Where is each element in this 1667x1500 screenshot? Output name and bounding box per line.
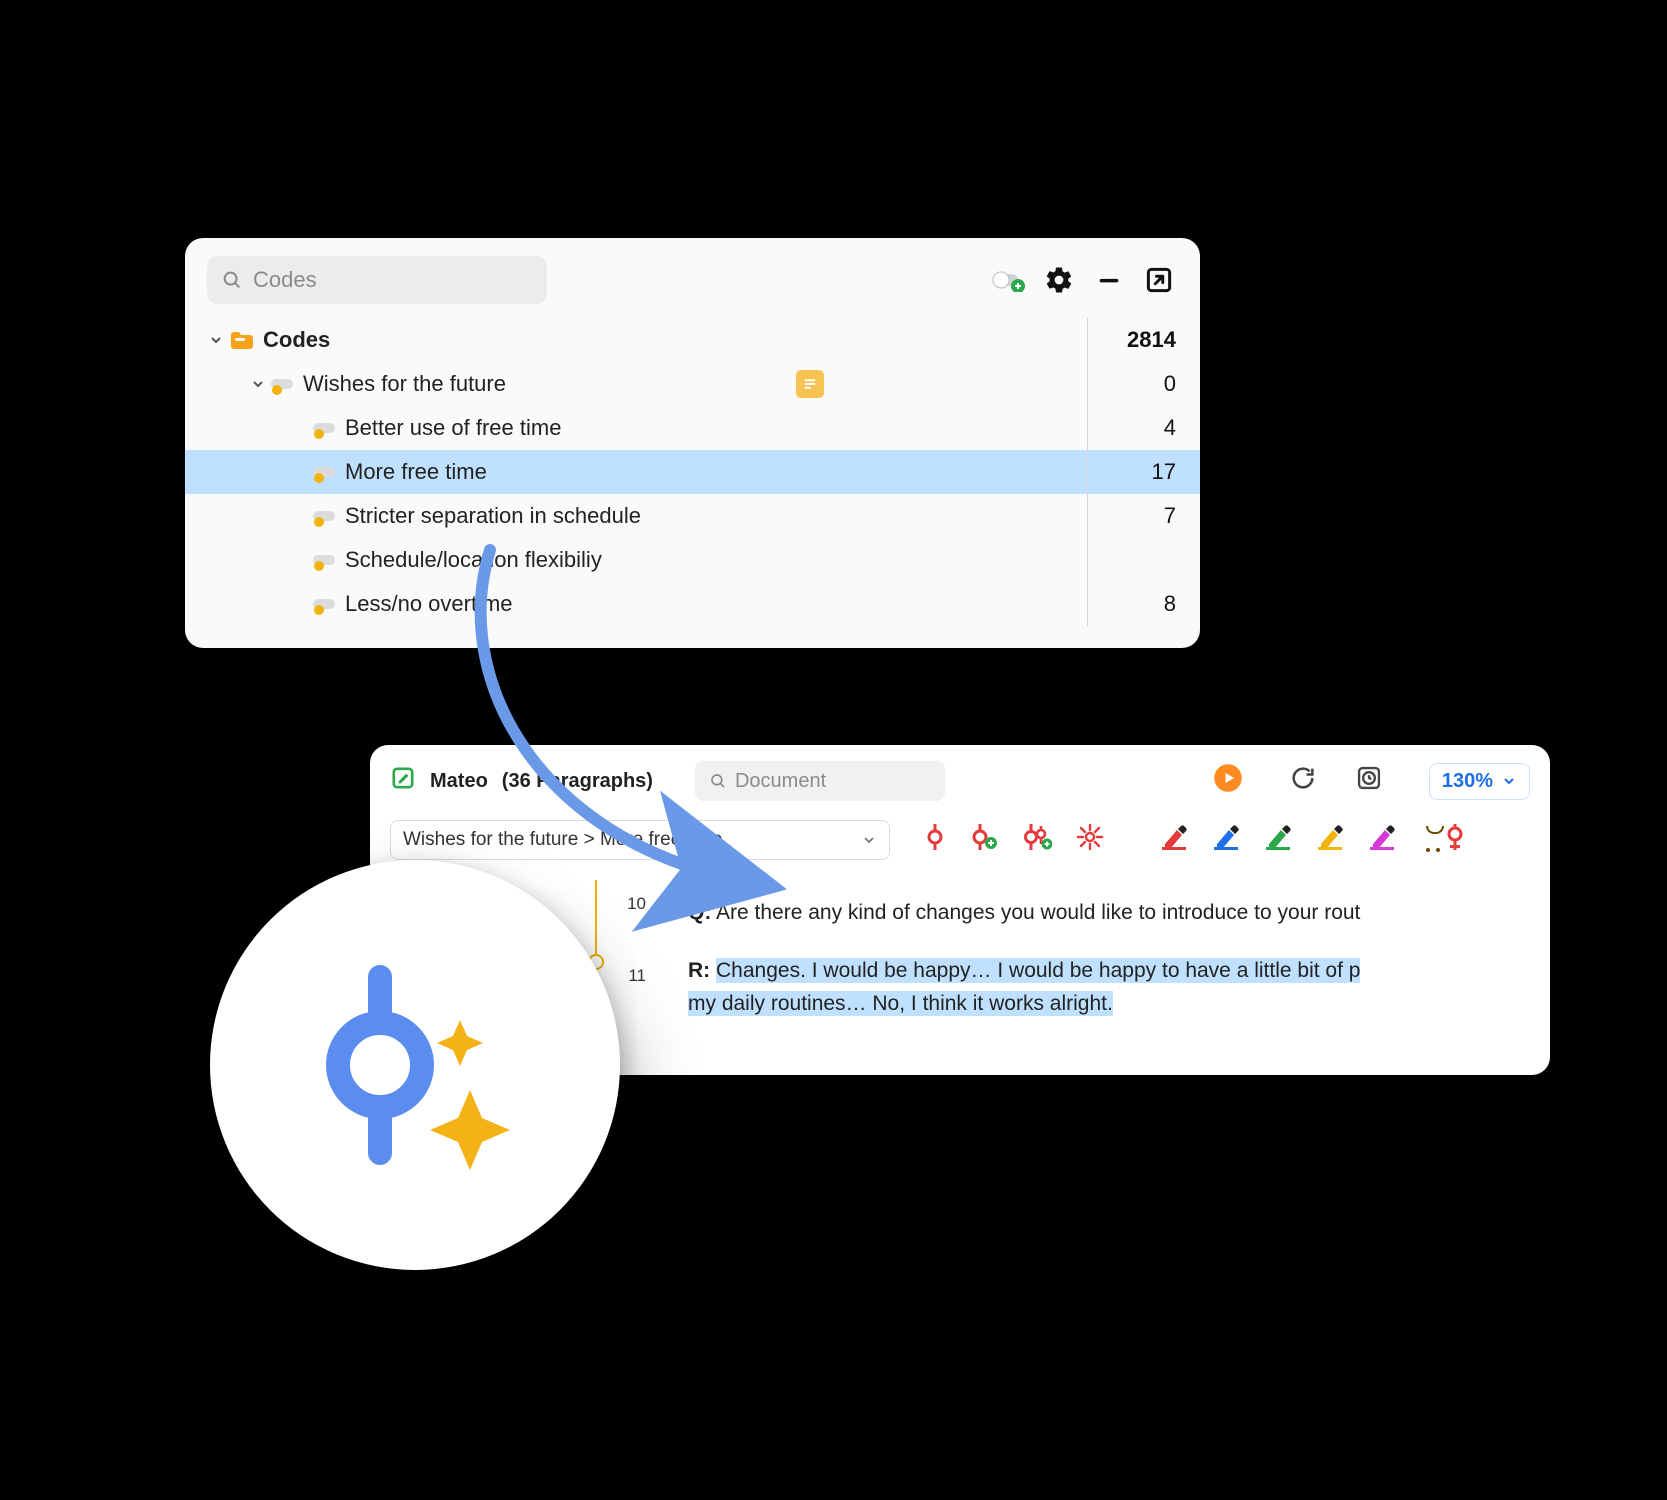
paragraph-number: 11	[610, 966, 646, 986]
code-dot-icon	[313, 552, 337, 568]
gear-icon	[1044, 265, 1074, 295]
codes-group-count: 0	[1126, 371, 1176, 397]
code-dot-icon	[313, 464, 337, 480]
q-prefix: Q:	[688, 901, 711, 924]
toggle-add-code-button[interactable]	[990, 261, 1028, 299]
codes-tree: Codes 2814 Wishes for the future 0 Bette…	[185, 318, 1200, 626]
highlighter-icon[interactable]	[1264, 824, 1292, 856]
codes-item-label: Less/no overtime	[345, 591, 513, 617]
chevron-down-icon[interactable]	[203, 332, 229, 348]
code-node-alt-icon[interactable]	[1444, 824, 1466, 856]
document-name: Mateo	[430, 770, 488, 793]
q-text: Are there any kind of changes you would …	[716, 901, 1360, 924]
highlighter-icon[interactable]	[1368, 824, 1396, 856]
codes-item-row[interactable]: Less/no overtime 8	[185, 582, 1200, 626]
codes-group-row[interactable]: Wishes for the future 0	[185, 362, 1200, 406]
r-prefix: R:	[688, 959, 710, 982]
code-burst-icon[interactable]	[1076, 823, 1104, 857]
popout-button[interactable]	[1140, 261, 1178, 299]
document-toolbar: Wishes for the future > More free time	[370, 812, 1550, 874]
codes-search-placeholder: Codes	[253, 267, 317, 293]
refresh-button[interactable]	[1289, 764, 1317, 798]
codes-item-count: 7	[1096, 503, 1176, 529]
code-node-icon[interactable]	[924, 824, 946, 856]
codes-item-label: Stricter separation in schedule	[345, 503, 641, 529]
coded-span[interactable]: my daily routines… No, I think it works …	[688, 991, 1113, 1016]
search-icon	[221, 269, 243, 291]
document-meta: (36 Paragraphs)	[502, 770, 653, 793]
paragraph-number: 10	[610, 894, 646, 914]
codes-search-input[interactable]: Codes	[207, 256, 547, 304]
chevron-down-icon	[861, 832, 877, 848]
search-icon	[709, 772, 727, 790]
chevron-down-icon[interactable]	[245, 376, 271, 392]
minus-icon	[1095, 266, 1123, 294]
code-dot-icon	[313, 420, 337, 436]
codes-panel: Codes Codes 2814	[185, 238, 1200, 648]
codes-item-label: Schedule/location flexibiliy	[345, 547, 602, 573]
clock-square-icon	[1355, 764, 1383, 792]
popout-icon	[1144, 265, 1174, 295]
code-breadcrumb-text: Wishes for the future > More free time	[403, 829, 722, 851]
codes-root-row[interactable]: Codes 2814	[185, 318, 1200, 362]
codes-item-row[interactable]: More free time 17	[185, 450, 1200, 494]
document-search-input[interactable]: Document	[695, 761, 945, 801]
edit-document-icon[interactable]	[390, 765, 416, 797]
codes-item-row[interactable]: Better use of free time 4	[185, 406, 1200, 450]
highlighter-icon[interactable]	[1160, 824, 1188, 856]
code-node-add2-icon[interactable]	[1022, 824, 1052, 856]
codes-group-label: Wishes for the future	[303, 371, 506, 397]
highlighter-icon[interactable]	[1316, 824, 1344, 856]
codes-root-label: Codes	[263, 327, 330, 353]
document-search-placeholder: Document	[735, 770, 826, 793]
coded-span[interactable]: Changes. I would be happy… I would be ha…	[716, 958, 1360, 983]
minimize-button[interactable]	[1090, 261, 1128, 299]
ai-code-badge	[210, 860, 620, 1270]
refresh-icon	[1289, 764, 1317, 792]
codes-item-label: Better use of free time	[345, 415, 561, 441]
codes-item-row[interactable]: Schedule/location flexibiliy	[185, 538, 1200, 582]
highlighter-icon[interactable]	[1212, 824, 1240, 856]
zoom-value: 130%	[1442, 770, 1493, 793]
zoom-select[interactable]: 130%	[1429, 763, 1530, 800]
code-dot-icon	[271, 376, 295, 392]
coding-icons	[924, 823, 1466, 857]
play-button[interactable]	[1213, 763, 1243, 799]
document-header: Mateo (36 Paragraphs) Document 130%	[370, 745, 1550, 812]
codes-item-count: 4	[1096, 415, 1176, 441]
codes-item-count: 8	[1096, 591, 1176, 617]
code-breadcrumb-select[interactable]: Wishes for the future > More free time	[390, 820, 890, 860]
codes-root-count: 2814	[1096, 327, 1176, 353]
transcript-question: Q: Are there any kind of changes you wou…	[688, 896, 1550, 930]
transcript-response: R: Changes. I would be happy… I would be…	[688, 954, 1550, 1021]
ai-code-sparkle-icon	[285, 935, 545, 1195]
chevron-down-icon	[1501, 773, 1517, 789]
code-dot-icon	[313, 596, 337, 612]
code-node-add-icon[interactable]	[970, 824, 998, 856]
codes-folder-icon	[229, 329, 255, 351]
note-icon[interactable]	[796, 370, 824, 398]
codes-item-count: 17	[1096, 459, 1176, 485]
timestamp-button[interactable]	[1355, 764, 1383, 798]
code-dot-icon	[313, 508, 337, 524]
document-content[interactable]: Q: Are there any kind of changes you wou…	[670, 874, 1550, 1075]
settings-button[interactable]	[1040, 261, 1078, 299]
codes-item-label: More free time	[345, 459, 487, 485]
codes-item-row[interactable]: Stricter separation in schedule 7	[185, 494, 1200, 538]
codes-panel-header: Codes	[185, 238, 1200, 318]
